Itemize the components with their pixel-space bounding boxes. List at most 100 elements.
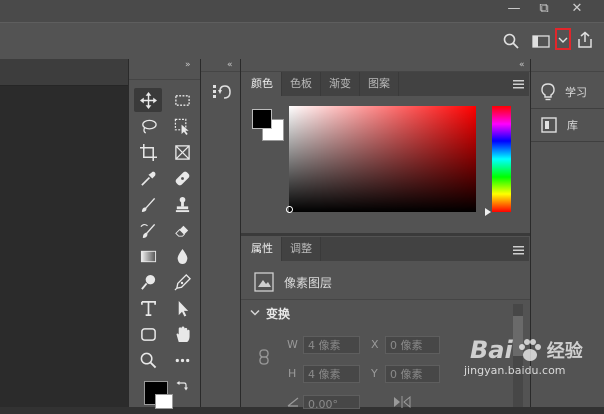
tab-gradients[interactable]: 渐变 (321, 72, 360, 96)
crop-icon (139, 143, 157, 161)
type-tool[interactable] (134, 296, 162, 320)
pen-tool[interactable] (168, 270, 196, 294)
tab-color[interactable]: 颜色 (243, 72, 282, 96)
crop-tool[interactable] (134, 140, 162, 164)
rounded-rect-icon (140, 327, 156, 341)
tab-swatches[interactable]: 色板 (282, 72, 321, 96)
hand-tool[interactable] (168, 322, 196, 346)
restore-button[interactable]: ⧉ (529, 0, 559, 18)
angle-icon (287, 397, 299, 407)
eyedropper-tool[interactable] (134, 166, 162, 190)
close-button[interactable]: ✕ (562, 0, 592, 18)
history-brush-icon (139, 223, 155, 238)
minimize-button[interactable]: — (499, 0, 529, 18)
tab-patterns[interactable]: 图案 (360, 72, 399, 96)
blur-tool[interactable] (168, 244, 196, 268)
properties-panel-menu-icon[interactable] (513, 246, 524, 255)
watermark: Bai 经验 jingyan.baidu.com (464, 336, 602, 406)
stamp-icon (175, 196, 189, 212)
bandage-icon (175, 171, 189, 185)
eyedropper-icon (140, 171, 155, 186)
zoom-icon (140, 352, 156, 368)
dodge-icon (140, 274, 155, 290)
share-icon[interactable] (576, 31, 594, 49)
dodge-tool[interactable] (134, 270, 162, 294)
flip-horizontal-icon[interactable] (393, 396, 411, 408)
more-tools-button[interactable] (168, 348, 196, 372)
width-field[interactable]: 4 像素 (303, 336, 360, 354)
transform-section-title: 变换 (266, 307, 291, 321)
height-label: H (288, 367, 297, 380)
history-brush-tool[interactable] (134, 218, 162, 242)
libraries-button[interactable]: 库 (531, 109, 604, 142)
panel-divider (241, 233, 531, 236)
width-label: W (287, 338, 298, 351)
properties-divider (241, 299, 531, 300)
link-icon[interactable] (259, 349, 269, 365)
tab-adjustments[interactable]: 调整 (282, 237, 321, 261)
move-tool[interactable] (134, 88, 162, 112)
gradient-tool[interactable] (134, 244, 162, 268)
properties-panel-tabs: 属性 调整 (243, 237, 529, 261)
lasso-tool[interactable] (134, 114, 162, 138)
marquee-tool[interactable] (168, 88, 196, 112)
zoom-tool[interactable] (134, 348, 162, 372)
library-label: 库 (567, 119, 578, 132)
y-field[interactable]: 0 像素 (385, 365, 440, 383)
lightbulb-icon (541, 83, 555, 101)
watermark-brand: Bai (470, 336, 513, 364)
x-field[interactable]: 0 像素 (385, 336, 440, 354)
type-icon (140, 300, 156, 316)
history-icon[interactable] (212, 83, 232, 101)
y-label: Y (371, 367, 378, 380)
chevron-down-icon[interactable] (250, 309, 260, 317)
workspace-icon[interactable] (532, 35, 550, 48)
paw-icon (518, 339, 541, 361)
lasso-icon (141, 119, 157, 134)
move-icon (139, 91, 157, 109)
arrow-pointer-icon (178, 300, 188, 317)
hue-slider[interactable] (492, 106, 511, 212)
collapse-tools-icon[interactable]: » (185, 60, 191, 70)
chevron-down-icon (558, 37, 568, 43)
right-strip-grip (531, 71, 604, 72)
color-panel-tabs: 颜色 色板 渐变 图案 (243, 72, 529, 96)
path-selection-tool[interactable] (168, 296, 196, 320)
clone-stamp-tool[interactable] (168, 192, 196, 216)
object-select-tool[interactable] (168, 114, 196, 138)
collapsed-panel-strip (200, 59, 241, 407)
brush-tool[interactable] (134, 192, 162, 216)
swap-colors-icon[interactable] (176, 379, 188, 391)
collapse-panels-icon[interactable]: « (227, 60, 233, 70)
healing-brush-tool[interactable] (168, 166, 196, 190)
brush-icon (141, 197, 155, 212)
color-panel-foreground-swatch[interactable] (252, 109, 272, 129)
eraser-tool[interactable] (168, 218, 196, 242)
color-picker-cursor[interactable] (286, 206, 293, 213)
frame-tool[interactable] (168, 140, 196, 164)
tools-grip (129, 71, 201, 80)
tab-properties[interactable]: 属性 (243, 237, 282, 261)
document-canvas[interactable] (0, 59, 128, 407)
hue-slider-handle-icon[interactable] (484, 207, 492, 217)
hand-icon (176, 325, 190, 342)
ellipsis-icon (175, 358, 189, 362)
shape-tool[interactable] (134, 322, 162, 346)
learn-button[interactable]: 学习 (531, 76, 604, 109)
watermark-brand-2: 经验 (546, 341, 583, 362)
rect-marquee-icon (174, 94, 190, 106)
frame-icon (174, 144, 190, 160)
library-icon (541, 117, 557, 133)
collapse-right-panels-icon[interactable]: « (519, 60, 525, 70)
search-icon[interactable] (503, 33, 519, 49)
workspace-dropdown-button[interactable] (555, 28, 571, 50)
drop-icon (177, 248, 187, 264)
document-tab-strip (0, 59, 128, 86)
gradient-icon (140, 250, 156, 262)
x-label: X (371, 338, 379, 351)
color-panel-menu-icon[interactable] (513, 80, 524, 89)
saturation-brightness-field[interactable] (289, 106, 476, 212)
right-panel-buttons: 学习 库 (531, 76, 604, 142)
height-field[interactable]: 4 像素 (303, 365, 360, 383)
pen-icon (174, 273, 191, 290)
